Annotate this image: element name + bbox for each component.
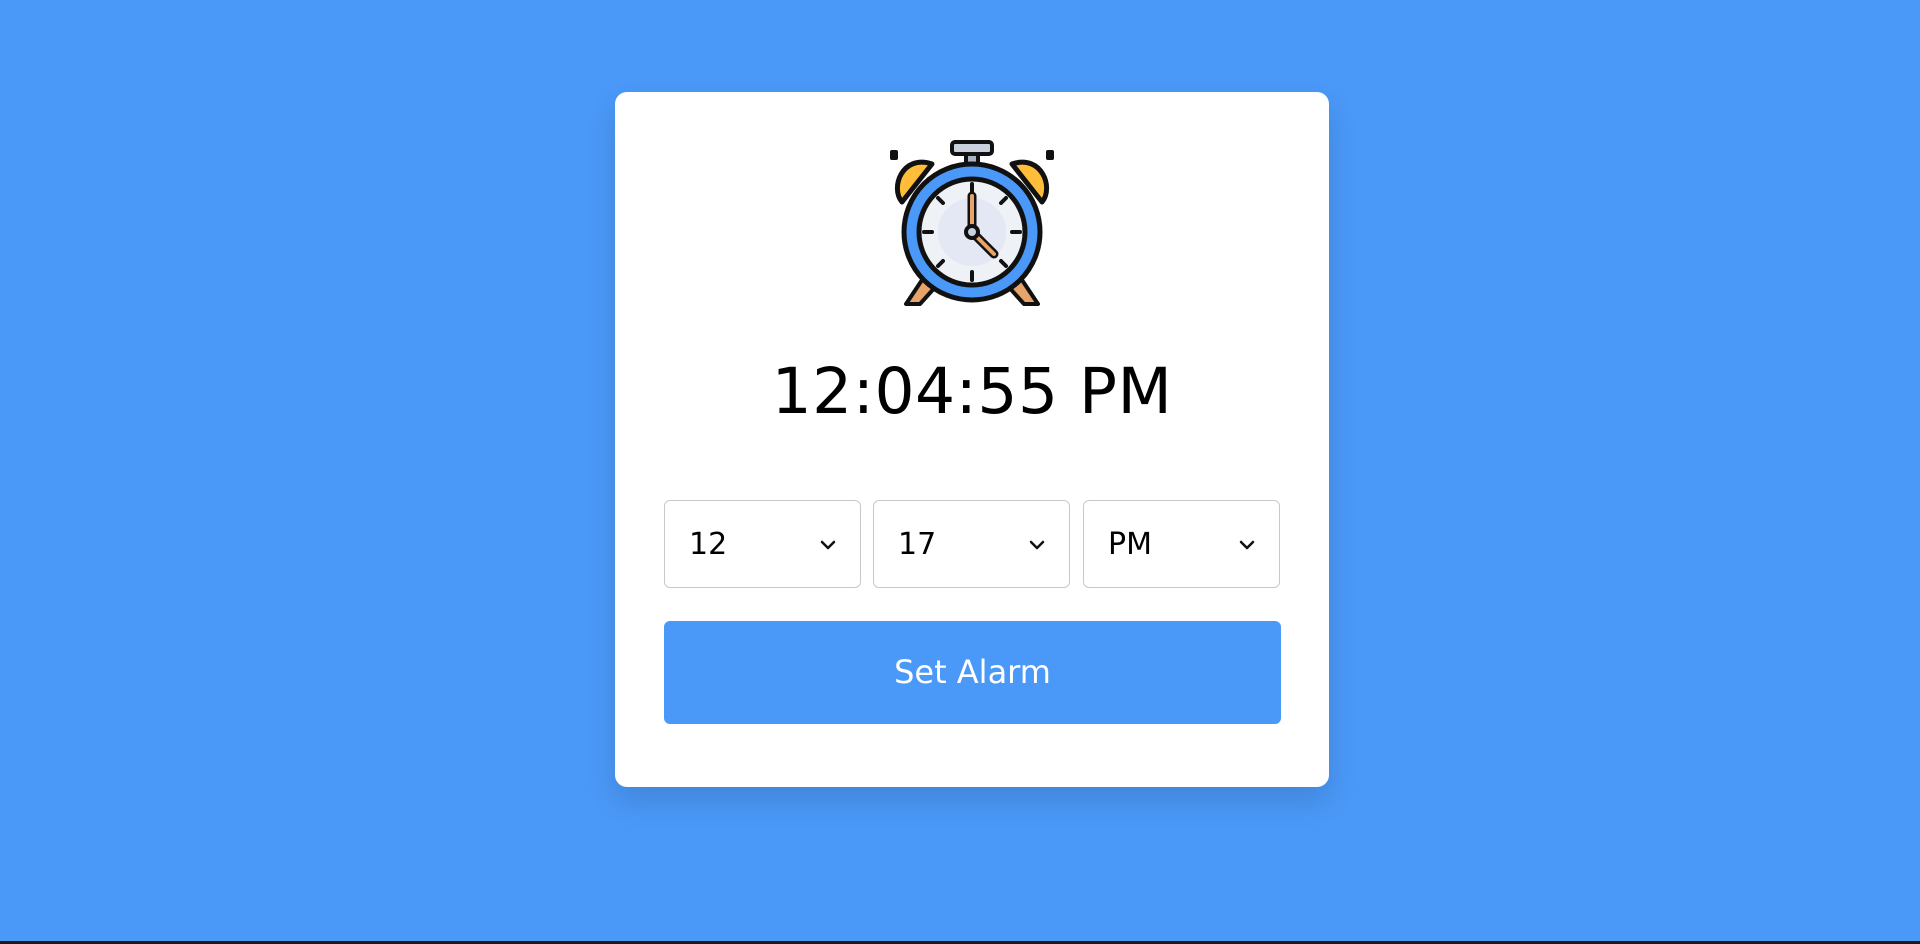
hour-select-value: 12 [689, 527, 728, 562]
minute-select[interactable]: 17 [873, 500, 1070, 588]
minute-select-value: 17 [898, 527, 937, 562]
chevron-down-icon [1029, 540, 1045, 550]
alarm-card: 12:04:55 PM 12 17 PM Set Alarm [615, 92, 1329, 787]
set-alarm-button[interactable]: Set Alarm [664, 621, 1281, 724]
current-time: 12:04:55 PM [771, 355, 1173, 428]
ampm-select[interactable]: PM [1083, 500, 1280, 588]
alarm-time-selects: 12 17 PM [664, 500, 1280, 588]
hour-select[interactable]: 12 [664, 500, 861, 588]
chevron-down-icon [820, 540, 836, 550]
chevron-down-icon [1239, 540, 1255, 550]
ampm-select-value: PM [1108, 527, 1152, 562]
alarm-clock-icon [886, 138, 1058, 310]
